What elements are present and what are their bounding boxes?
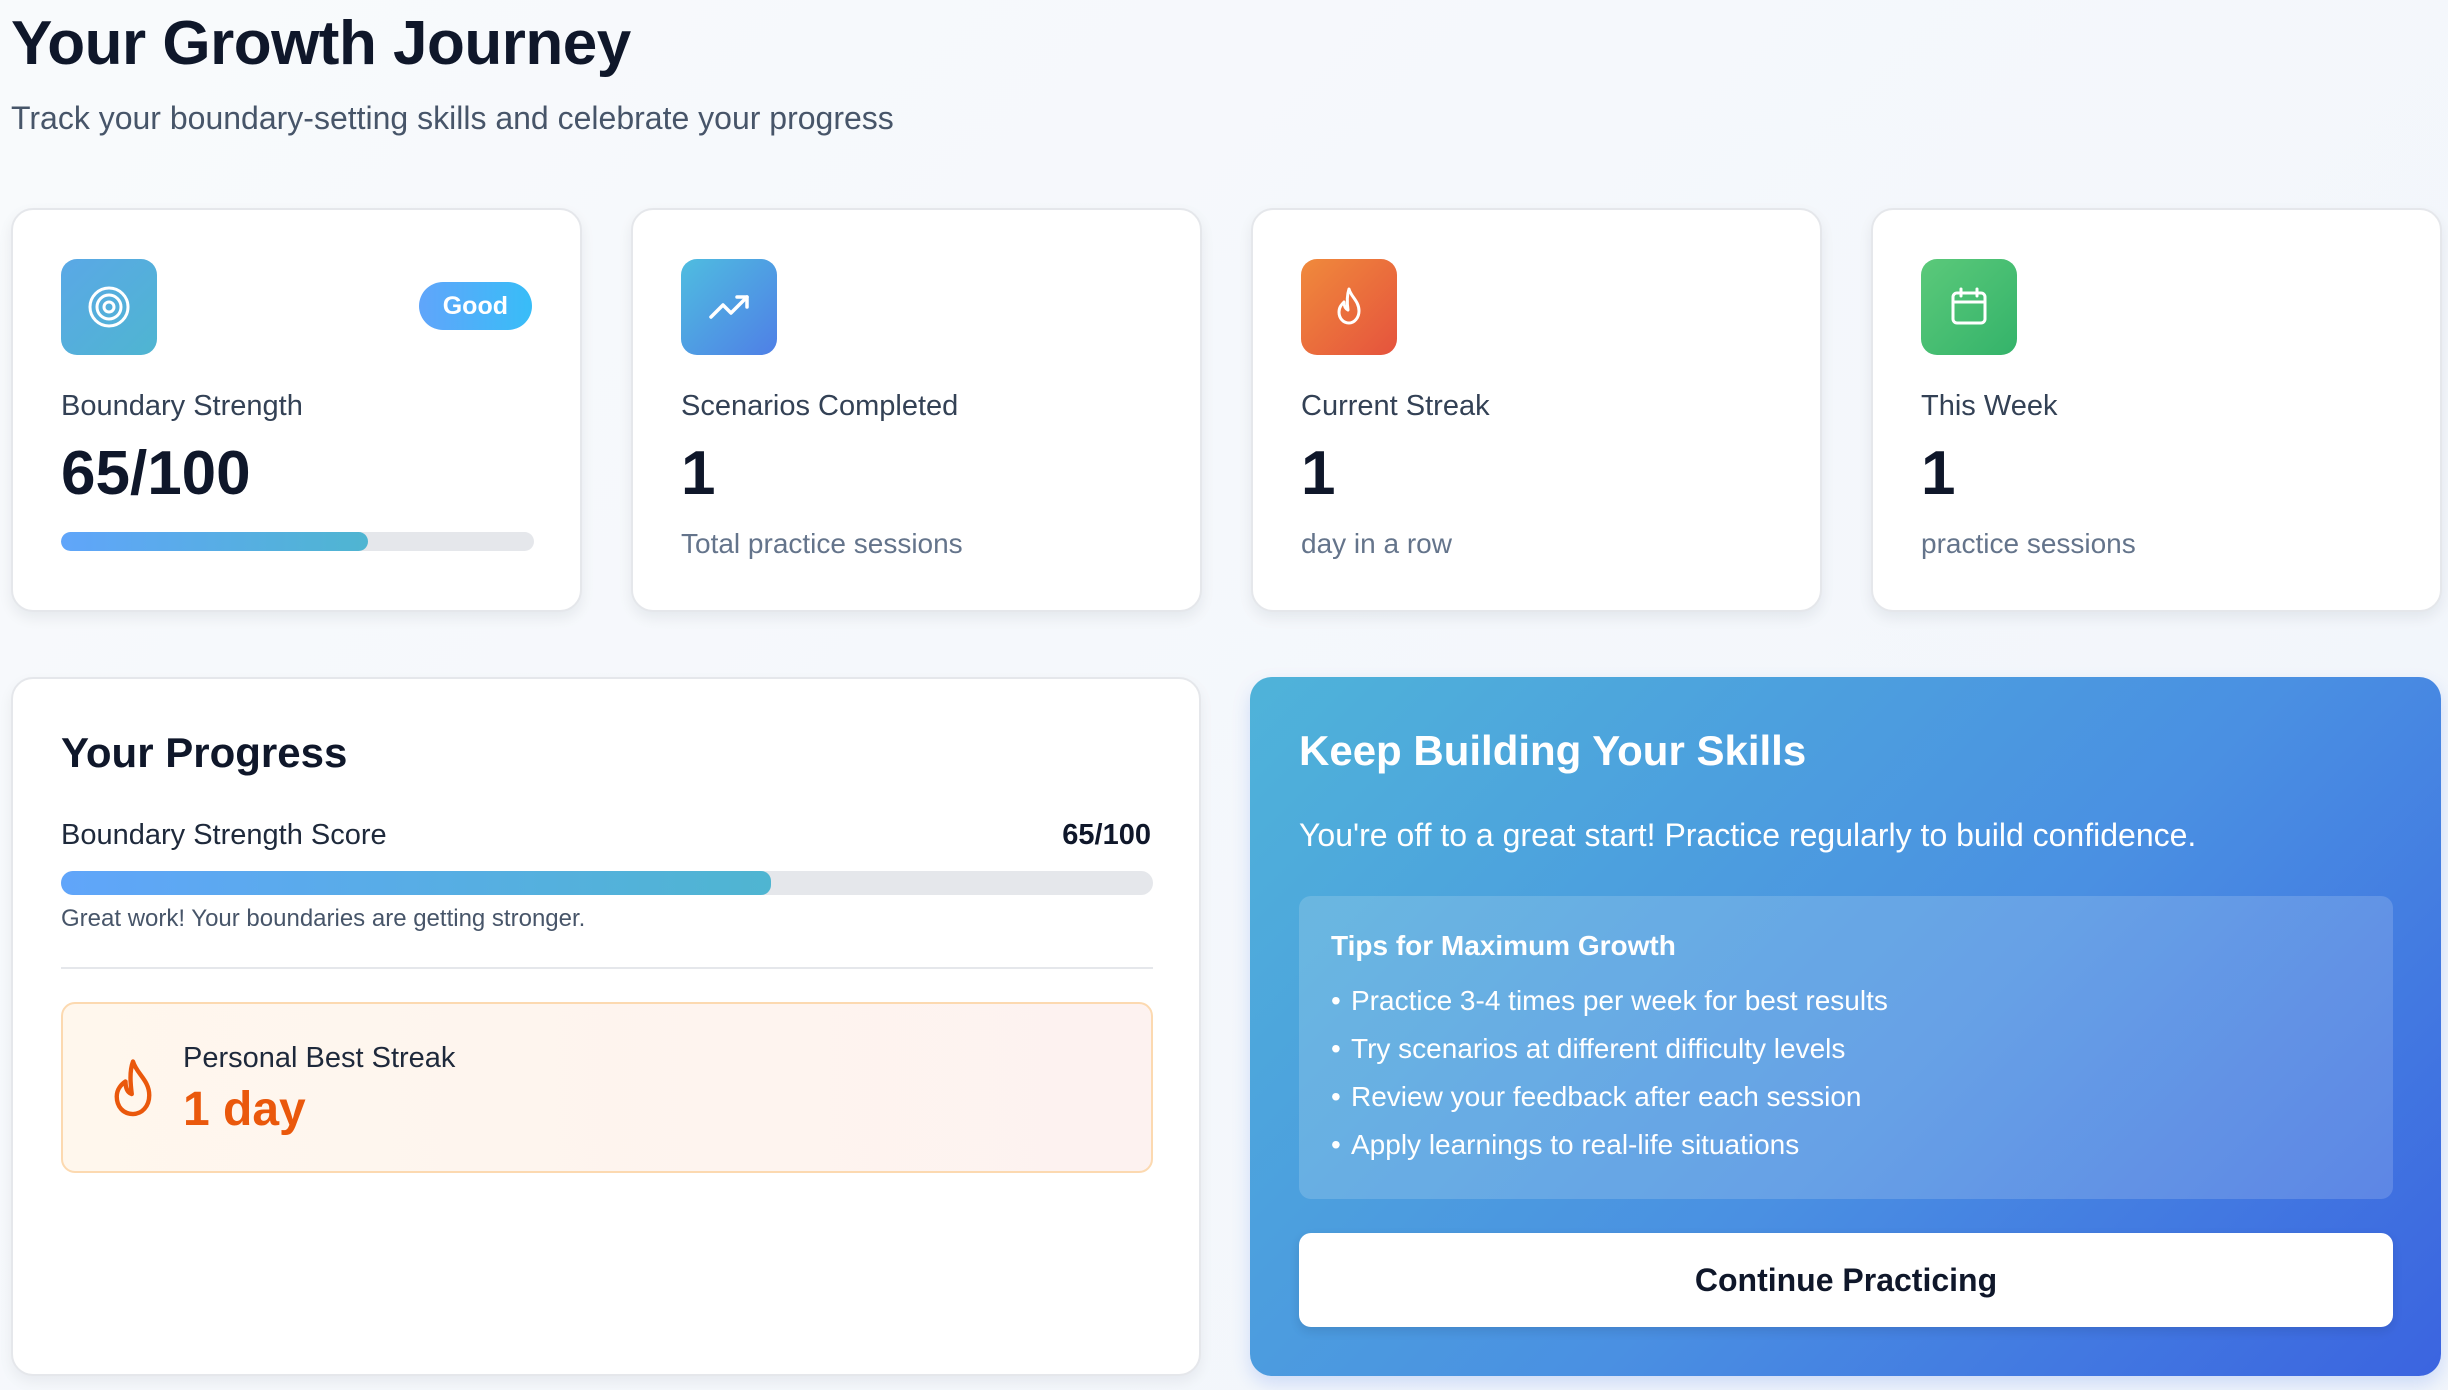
trending-up-icon [681, 259, 777, 355]
tips-list: Practice 3-4 times per week for best res… [1331, 984, 1888, 1176]
score-value: 65/100 [1062, 819, 1151, 851]
calendar-icon [1921, 259, 2017, 355]
target-icon [61, 259, 157, 355]
best-streak-label: Personal Best Streak [183, 1042, 456, 1074]
score-label: Boundary Strength Score [61, 819, 387, 851]
personal-best-streak: Personal Best Streak 1 day [61, 1002, 1153, 1173]
growth-dashboard: Your Growth Journey Track your boundary-… [0, 0, 2448, 1390]
tip-item: Review your feedback after each session [1331, 1080, 1888, 1128]
stat-label: Current Streak [1301, 390, 1490, 422]
your-progress-panel: Your Progress Boundary Strength Score 65… [11, 677, 1201, 1376]
panel-title: Your Progress [61, 729, 348, 776]
flame-icon [1301, 259, 1397, 355]
keep-building-panel: Keep Building Your Skills You're off to … [1250, 677, 2441, 1376]
score-progress-bar [61, 871, 1153, 895]
tips-box: Tips for Maximum Growth Practice 3-4 tim… [1299, 896, 2393, 1199]
cta-title: Keep Building Your Skills [1299, 727, 1807, 774]
boundary-strength-card: Good Boundary Strength 65/100 [11, 208, 582, 612]
strength-progress-bar [61, 532, 534, 551]
stat-value: 1 [1301, 439, 1336, 508]
stat-label: Scenarios Completed [681, 390, 959, 422]
tips-title: Tips for Maximum Growth [1331, 930, 1676, 961]
page-title: Your Growth Journey [11, 9, 631, 78]
continue-practicing-button[interactable]: Continue Practicing [1299, 1233, 2393, 1327]
stat-label: Boundary Strength [61, 390, 303, 422]
stat-value: 1 [1921, 439, 1956, 508]
divider [61, 967, 1153, 969]
tip-item: Try scenarios at different difficulty le… [1331, 1032, 1888, 1080]
strength-progress-fill [61, 532, 369, 551]
flame-icon [114, 1059, 152, 1117]
best-streak-value: 1 day [183, 1083, 306, 1136]
score-message: Great work! Your boundaries are getting … [61, 905, 586, 932]
score-progress-fill [61, 871, 771, 895]
stat-label: This Week [1921, 390, 2058, 422]
stat-subtext: day in a row [1301, 528, 1452, 559]
strength-badge: Good [418, 282, 532, 330]
this-week-card: This Week 1 practice sessions [1871, 208, 2442, 612]
tip-item: Practice 3-4 times per week for best res… [1331, 984, 1888, 1032]
page-subtitle: Track your boundary-setting skills and c… [11, 100, 894, 136]
stat-value: 1 [681, 439, 716, 508]
current-streak-card: Current Streak 1 day in a row [1251, 208, 1822, 612]
stat-subtext: practice sessions [1921, 528, 2136, 559]
stat-value: 65/100 [61, 439, 251, 508]
stat-subtext: Total practice sessions [681, 528, 963, 559]
scenarios-completed-card: Scenarios Completed 1 Total practice ses… [631, 208, 1202, 612]
cta-text: You're off to a great start! Practice re… [1299, 817, 2197, 853]
tip-item: Apply learnings to real-life situations [1331, 1128, 1888, 1176]
